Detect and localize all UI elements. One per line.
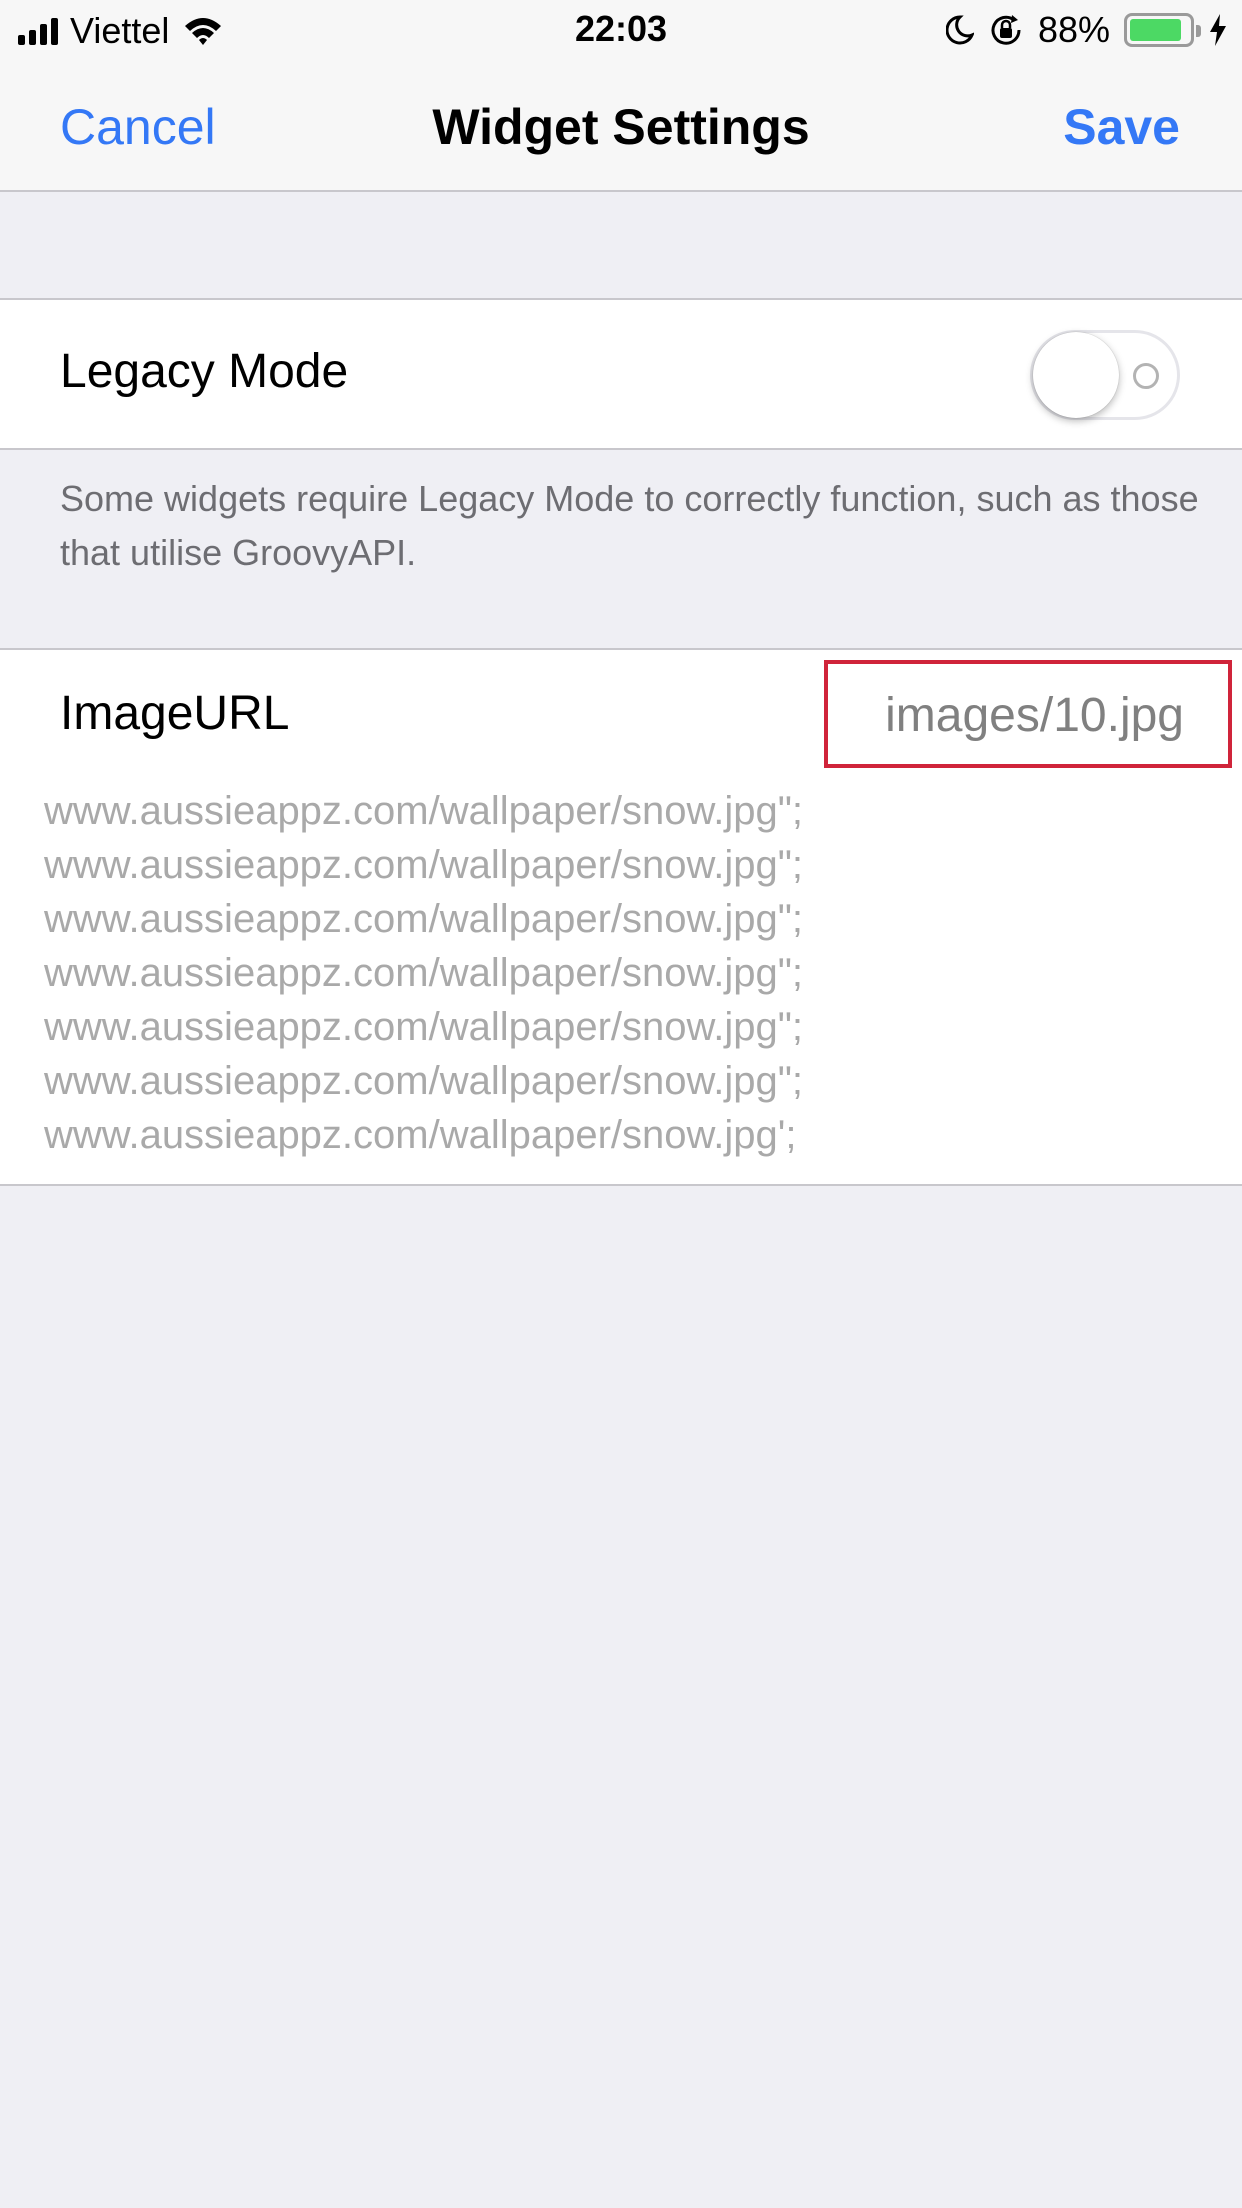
url-line: www.aussieappz.com/wallpaper/snow.jpg"; [44, 897, 804, 941]
navigation-bar: Cancel Widget Settings Save [0, 60, 1242, 192]
url-line: www.aussieappz.com/wallpaper/snow.jpg"; [44, 1059, 804, 1103]
toggle-off-indicator-icon [1133, 363, 1159, 389]
cancel-button[interactable]: Cancel [60, 98, 216, 156]
image-url-value: images/10.jpg [885, 689, 1184, 742]
legacy-mode-toggle[interactable] [1030, 330, 1180, 420]
legacy-mode-footer-note: Some widgets require Legacy Mode to corr… [60, 478, 1199, 573]
url-line: www.aussieappz.com/wallpaper/snow.jpg'; [44, 1113, 797, 1157]
url-line: www.aussieappz.com/wallpaper/snow.jpg"; [44, 951, 804, 995]
orientation-lock-icon [991, 15, 1021, 45]
legacy-mode-label: Legacy Mode [60, 345, 349, 398]
image-url-cell: ImageURL images/10.jpg www.aussieappz.co… [0, 648, 1242, 1186]
image-url-list: www.aussieappz.com/wallpaper/snow.jpg"; … [44, 784, 1204, 1162]
battery-icon [1124, 13, 1201, 47]
charging-bolt-icon [1210, 14, 1226, 46]
url-line: www.aussieappz.com/wallpaper/snow.jpg"; [44, 843, 804, 887]
battery-level-fill [1130, 19, 1182, 41]
toggle-knob [1033, 332, 1119, 418]
url-line: www.aussieappz.com/wallpaper/snow.jpg"; [44, 789, 804, 833]
status-right: 88% [945, 8, 1228, 52]
image-url-field[interactable]: images/10.jpg [824, 660, 1232, 768]
save-button[interactable]: Save [1063, 98, 1180, 156]
battery-percent: 88% [1037, 9, 1110, 50]
legacy-mode-cell: Legacy Mode [0, 298, 1242, 450]
status-bar: Viettel 22:03 88% [0, 0, 1242, 60]
image-url-label: ImageURL [60, 687, 290, 740]
url-line: www.aussieappz.com/wallpaper/snow.jpg"; [44, 1005, 804, 1049]
moon-icon [945, 15, 974, 45]
